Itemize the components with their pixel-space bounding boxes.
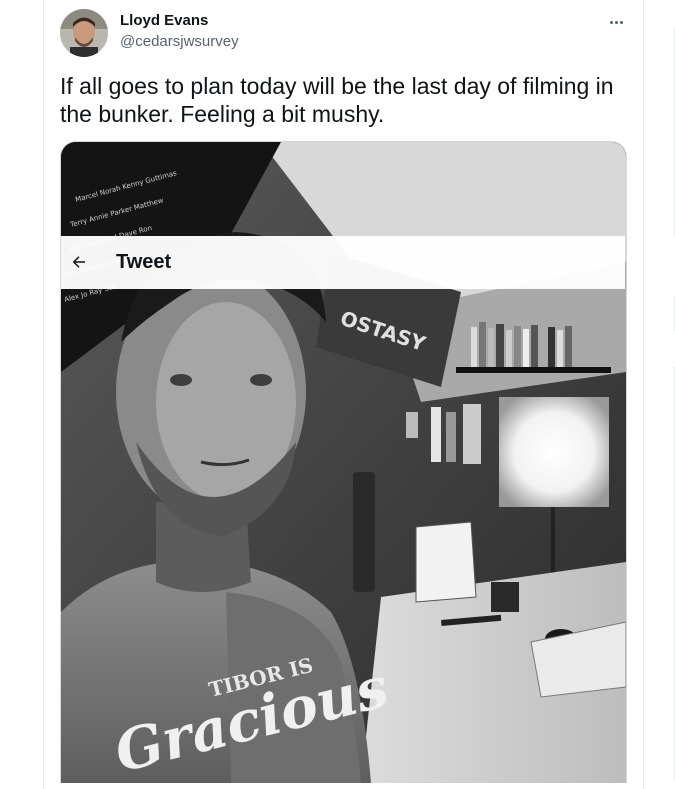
header-title: Tweet bbox=[116, 251, 172, 273]
arrow-left-icon bbox=[72, 256, 85, 268]
tweet-text: If all goes to plan today will be the la… bbox=[60, 73, 614, 127]
author-handle[interactable]: @cedarsjwsurvey bbox=[120, 33, 239, 50]
tweet-header-bar: Tweet bbox=[61, 236, 625, 289]
author-avatar[interactable] bbox=[60, 9, 108, 57]
back-button[interactable] bbox=[61, 244, 97, 280]
author-name[interactable]: Lloyd Evans bbox=[120, 12, 208, 29]
more-options-button[interactable] bbox=[604, 12, 628, 32]
avatar-image bbox=[60, 9, 108, 57]
more-horizontal-icon bbox=[609, 20, 623, 24]
